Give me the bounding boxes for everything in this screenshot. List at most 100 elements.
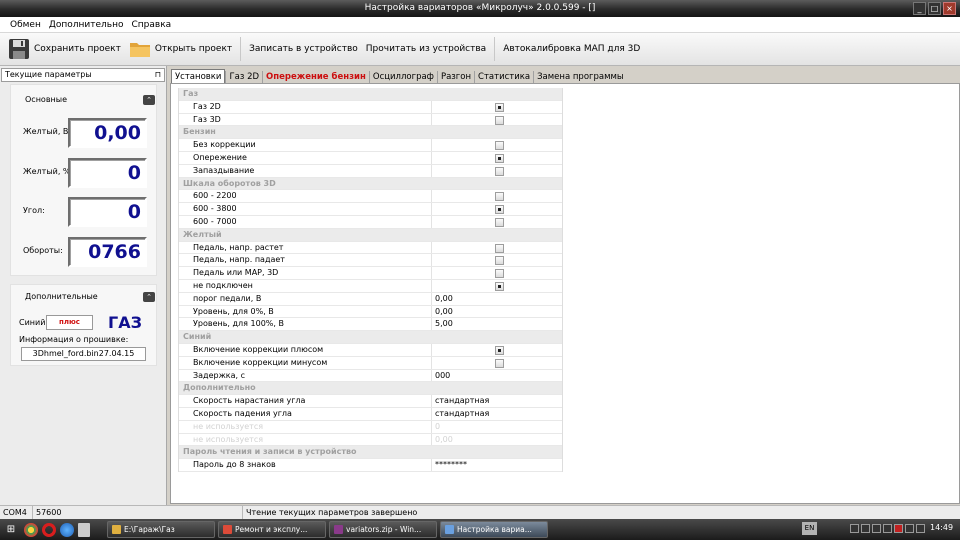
settings-row[interactable]: не используется 0 — [179, 420, 562, 434]
settings-label: Педаль, напр. растет — [193, 242, 284, 252]
language-indicator[interactable]: EN — [802, 522, 817, 535]
settings-checkbox[interactable] — [495, 205, 504, 215]
collapse-up-icon[interactable]: ⌃ — [143, 95, 155, 105]
settings-row[interactable]: Скорость падения угла стандартная — [179, 407, 562, 421]
settings-checkbox[interactable] — [495, 256, 504, 266]
tray-icon[interactable] — [872, 524, 881, 533]
settings-row[interactable]: Уровень, для 0%, В 0,00 — [179, 305, 562, 319]
read-device-button[interactable]: Прочитать из устройства — [366, 34, 486, 64]
settings-row[interactable]: Педаль, напр. растет — [179, 241, 562, 255]
settings-row[interactable]: Педаль или MAP, 3D — [179, 267, 562, 280]
settings-row[interactable]: Включение коррекции плюсом — [179, 343, 562, 357]
minimize-button[interactable]: _ — [913, 2, 926, 15]
settings-row[interactable]: не используется 0,00 — [179, 433, 562, 447]
settings-checkbox[interactable] — [495, 243, 504, 253]
show-desktop-icon[interactable] — [78, 522, 90, 537]
window-titlebar[interactable]: Настройка вариаторов «Микролуч» 2.0.0.59… — [0, 0, 960, 17]
settings-value[interactable]: 000 — [435, 371, 450, 380]
settings-row[interactable]: Уровень, для 100%, В 5,00 — [179, 318, 562, 332]
settings-row[interactable]: Задержка, с 000 — [179, 369, 562, 383]
settings-row[interactable]: 600 - 3800 — [179, 203, 562, 216]
settings-row[interactable]: Пароль до 8 знаков ******** — [179, 459, 562, 472]
save-project-button[interactable]: Сохранить проект — [8, 34, 121, 64]
settings-row[interactable]: Скорость нарастания угла стандартная — [179, 395, 562, 408]
settings-category: Пароль чтения и записи в устройство — [179, 446, 562, 460]
settings-row[interactable]: Включение коррекции минусом — [179, 356, 562, 370]
settings-checkbox[interactable] — [495, 192, 504, 202]
settings-checkbox[interactable] — [495, 358, 504, 368]
volume-icon[interactable] — [916, 524, 925, 533]
ie-icon[interactable] — [60, 522, 74, 537]
extra-params-group: Дополнительные ⌃ Синий: плюс ГАЗ Информа… — [10, 284, 157, 366]
column-divider — [431, 151, 432, 164]
antivirus-icon[interactable] — [894, 524, 903, 533]
map-autocalibration-button[interactable]: Автокалибровка МАП для 3D — [503, 34, 640, 64]
column-divider — [431, 369, 432, 382]
firmware-info: Информация о прошивке: 3Dhmel_ford.bin27… — [11, 335, 158, 365]
column-divider — [431, 459, 432, 471]
settings-row[interactable]: не подключен — [179, 279, 562, 293]
settings-checkbox[interactable] — [495, 141, 504, 151]
settings-category: Газ — [179, 88, 562, 101]
settings-value[interactable]: 5,00 — [435, 319, 453, 328]
settings-value[interactable]: 0,00 — [435, 294, 453, 303]
settings-row[interactable]: Опережение — [179, 151, 562, 165]
task-list: E:\Гараж\Газ Ремонт и эксплу... variators.… — [104, 521, 548, 538]
settings-label: Желтый — [183, 229, 222, 239]
settings-checkbox[interactable] — [495, 153, 504, 163]
taskbar-task[interactable]: Настройка вариа... — [440, 521, 548, 538]
gauge-label: Обороты: — [23, 246, 63, 255]
tray-icon[interactable] — [883, 524, 892, 533]
settings-row[interactable]: Запаздывание — [179, 164, 562, 178]
clock[interactable]: 14:49 — [930, 523, 953, 532]
settings-value[interactable]: стандартная — [435, 396, 489, 405]
folder-icon — [129, 43, 150, 57]
settings-checkbox[interactable] — [495, 217, 504, 227]
settings-value[interactable]: стандартная — [435, 409, 489, 418]
settings-value[interactable]: ******** — [435, 460, 467, 469]
menu-exchange[interactable]: Обмен — [6, 20, 45, 30]
settings-checkbox[interactable] — [495, 115, 504, 125]
settings-value: 0,00 — [435, 434, 453, 444]
menu-help[interactable]: Справка — [128, 20, 176, 30]
tray-icon[interactable] — [861, 524, 870, 533]
settings-row[interactable]: порог педали, В 0,00 — [179, 292, 562, 306]
collapse-up-icon[interactable]: ⌃ — [143, 292, 155, 302]
write-device-button[interactable]: Записать в устройство — [249, 34, 358, 64]
settings-row[interactable]: 600 - 7000 — [179, 215, 562, 229]
column-divider — [431, 241, 432, 254]
chrome-icon[interactable] — [24, 522, 38, 537]
tab-0[interactable]: Установки — [171, 69, 226, 84]
task-label: variators.zip - Win... — [346, 525, 422, 534]
status-message: Чтение текущих параметров завершено — [246, 508, 418, 517]
open-project-button[interactable]: Открыть проект — [129, 34, 232, 64]
tab-strip: Установки Газ 2D Опережение бензин Осциллог… — [171, 69, 627, 84]
settings-value[interactable]: 0,00 — [435, 307, 453, 316]
column-divider — [431, 420, 432, 433]
settings-row[interactable]: Газ 2D — [179, 100, 562, 114]
settings-checkbox[interactable] — [495, 281, 504, 291]
menu-additional[interactable]: Дополнительно — [45, 20, 128, 30]
settings-checkbox[interactable] — [495, 102, 504, 112]
taskbar-task[interactable]: variators.zip - Win... — [329, 521, 437, 538]
settings-checkbox[interactable] — [495, 269, 504, 279]
opera-icon[interactable] — [42, 522, 56, 537]
network-icon[interactable] — [905, 524, 914, 533]
settings-checkbox[interactable] — [495, 345, 504, 355]
taskbar-task[interactable]: Ремонт и эксплу... — [218, 521, 326, 538]
start-button[interactable]: ⊞ — [2, 520, 20, 539]
blue-value-badge: плюс — [46, 315, 93, 330]
settings-label: Задержка, с — [193, 370, 245, 380]
taskbar-task[interactable]: E:\Гараж\Газ — [107, 521, 215, 538]
settings-row[interactable]: Газ 3D — [179, 113, 562, 127]
settings-row[interactable]: 600 - 2200 — [179, 190, 562, 204]
tray-icon[interactable] — [850, 524, 859, 533]
pin-icon[interactable]: ⊓ — [155, 69, 161, 81]
settings-label: не подключен — [193, 280, 253, 290]
close-button[interactable]: × — [943, 2, 956, 15]
settings-label: не используется — [193, 434, 264, 444]
settings-row[interactable]: Без коррекции — [179, 139, 562, 152]
maximize-button[interactable]: □ — [928, 2, 941, 15]
settings-row[interactable]: Педаль, напр. падает — [179, 254, 562, 268]
settings-checkbox[interactable] — [495, 166, 504, 176]
